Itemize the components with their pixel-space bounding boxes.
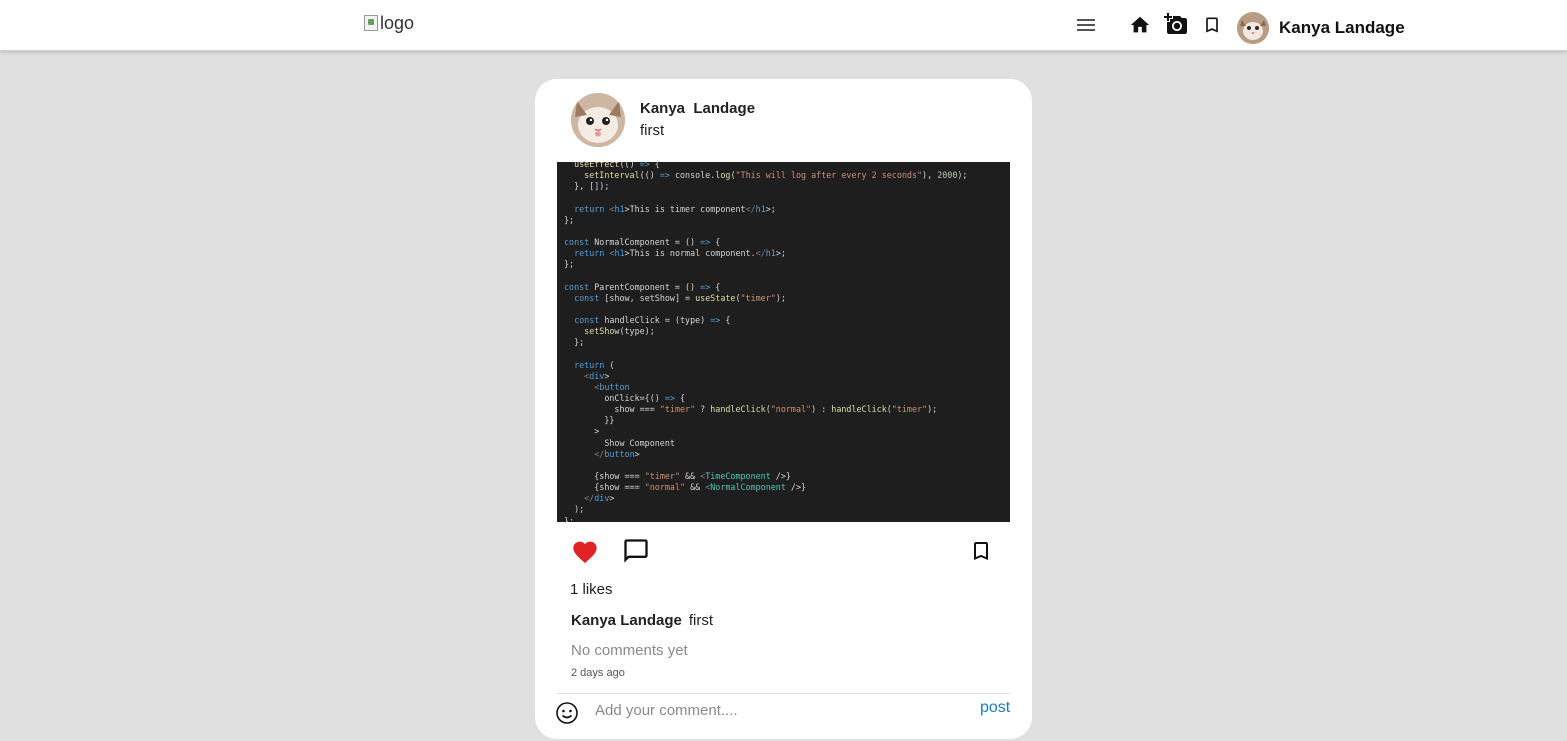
top-navbar: logo Kanya Landage — [0, 0, 1567, 51]
post-header: Kanya Landage first — [571, 93, 755, 147]
user-menu[interactable]: Kanya Landage — [1237, 12, 1405, 44]
code-line: setShow(type); — [584, 326, 655, 337]
code-line: }; — [564, 515, 575, 523]
post-author-name[interactable]: Kanya Landage — [640, 100, 755, 117]
save-button[interactable] — [969, 538, 993, 569]
post-actions — [535, 537, 1032, 567]
code-line: const [show, setShow] = useState("timer"… — [574, 292, 786, 303]
code-line: onClick={() => { — [564, 392, 686, 403]
post-header-caption: first — [640, 122, 665, 139]
menu-icon[interactable] — [1074, 14, 1098, 36]
post-timestamp: 2 days ago — [571, 667, 625, 679]
comment-input[interactable] — [595, 698, 965, 722]
post-caption: Kanya Landage first — [571, 612, 713, 629]
smiley-icon[interactable] — [555, 701, 579, 730]
header-user-name: Kanya Landage — [1279, 18, 1405, 37]
code-line: const ParentComponent = () => { — [564, 281, 721, 292]
code-line: const NormalComponent = () => { — [564, 236, 721, 247]
post-image-code-screenshot: useEffect(() => { setInterval(() => cons… — [557, 162, 1010, 522]
code-line: useEffect(() => { — [574, 162, 660, 169]
code-line: }; — [564, 337, 585, 348]
code-line: return ( — [574, 359, 615, 370]
like-button[interactable] — [571, 538, 599, 569]
broken-image-icon — [364, 15, 378, 31]
add-photo-icon[interactable] — [1164, 12, 1188, 36]
code-line: }; — [564, 259, 575, 270]
code-line: }, []); — [564, 181, 610, 192]
heart-icon — [573, 541, 597, 564]
likes-count[interactable]: 1 likes — [570, 581, 613, 598]
code-line: </div> — [584, 493, 615, 504]
comment-form: post — [535, 695, 1032, 739]
code-line: }} — [564, 415, 615, 426]
comment-icon — [624, 539, 648, 563]
code-line: ); — [564, 504, 585, 515]
code-line: }; — [564, 214, 575, 225]
comment-button[interactable] — [622, 537, 650, 570]
author-avatar[interactable] — [571, 93, 625, 147]
no-comments-text: No comments yet — [571, 642, 688, 659]
logo[interactable]: logo — [364, 10, 414, 36]
code-line: return <h1>This is timer component</h1>; — [574, 203, 776, 214]
code-line: const handleClick = (type) => { — [574, 314, 731, 325]
caption-user[interactable]: Kanya Landage — [571, 612, 682, 629]
divider — [557, 693, 1010, 694]
code-line: </button> — [594, 448, 640, 459]
code-line: {show === "timer" && <TimeComponent />} — [564, 470, 791, 481]
logo-alt-text: logo — [380, 12, 415, 33]
post-comment-button[interactable]: post — [980, 699, 1010, 717]
code-line: return <h1>This is normal component.</h1… — [574, 248, 786, 259]
caption-text: first — [688, 612, 714, 629]
code-line: Show Component — [564, 437, 675, 448]
code-line: > — [564, 426, 600, 437]
bookmark-icon[interactable] — [1201, 13, 1223, 37]
code-line: {show === "normal" && <NormalComponent /… — [564, 482, 807, 493]
avatar — [1237, 12, 1269, 44]
post-card: Kanya Landage first useEffect(() => { se… — [535, 79, 1032, 739]
bookmark-icon — [974, 542, 988, 560]
home-icon[interactable] — [1128, 13, 1152, 37]
code-line: setInterval(() => console.log("This will… — [584, 170, 968, 181]
code-line: show === "timer" ? handleClick("normal")… — [564, 404, 938, 415]
code-line: <div> — [584, 370, 610, 381]
code-line: <button — [594, 381, 630, 392]
